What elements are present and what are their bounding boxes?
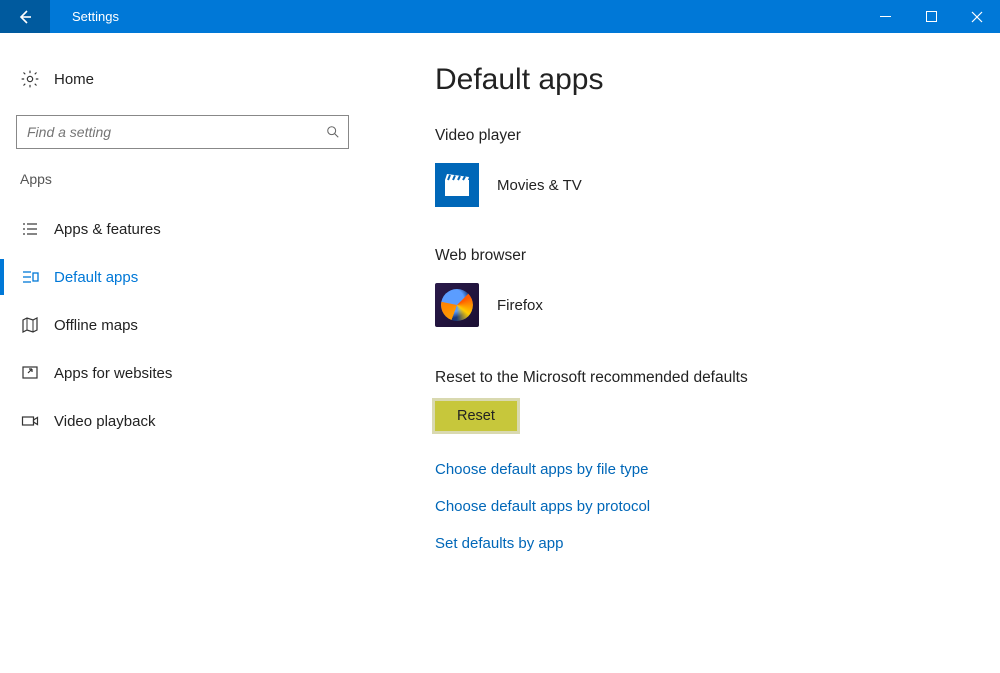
movies-tv-icon: [435, 163, 479, 207]
sidebar-item-default-apps[interactable]: Default apps: [0, 253, 365, 301]
web-browser-label: Web browser: [435, 247, 960, 265]
reset-description: Reset to the Microsoft recommended defau…: [435, 369, 960, 387]
video-icon: [20, 412, 40, 430]
page-title: Default apps: [435, 63, 960, 97]
map-icon: [20, 316, 40, 334]
link-set-defaults-by-app[interactable]: Set defaults by app: [435, 535, 960, 552]
close-button[interactable]: [954, 0, 1000, 33]
minimize-button[interactable]: [862, 0, 908, 33]
video-player-app-name: Movies & TV: [497, 177, 582, 194]
list-icon: [20, 220, 40, 238]
sidebar-item-label: Apps & features: [54, 221, 161, 238]
home-button[interactable]: Home: [0, 63, 365, 95]
video-player-selector[interactable]: Movies & TV: [435, 159, 960, 243]
search-icon: [326, 125, 340, 139]
sidebar-item-label: Default apps: [54, 269, 138, 286]
titlebar: Settings: [0, 0, 1000, 33]
reset-button[interactable]: Reset: [435, 401, 517, 431]
close-icon: [971, 11, 983, 23]
search-input-container[interactable]: [16, 115, 349, 149]
web-browser-app-name: Firefox: [497, 297, 543, 314]
defaults-icon: [20, 268, 40, 286]
firefox-icon: [435, 283, 479, 327]
sidebar-item-video-playback[interactable]: Video playback: [0, 397, 365, 445]
link-protocol[interactable]: Choose default apps by protocol: [435, 498, 960, 515]
back-arrow-icon: [16, 8, 34, 26]
sidebar-item-offline-maps[interactable]: Offline maps: [0, 301, 365, 349]
content-area: Default apps Video player Movies & TV We…: [365, 33, 1000, 673]
sidebar: Home Apps Apps & features: [0, 33, 365, 673]
nav-list: Apps & features Default apps Offline map…: [0, 197, 365, 445]
sidebar-item-label: Video playback: [54, 413, 155, 430]
sidebar-item-apps-features[interactable]: Apps & features: [0, 205, 365, 253]
web-browser-selector[interactable]: Firefox: [435, 279, 960, 363]
search-input[interactable]: [27, 124, 326, 140]
minimize-icon: [880, 11, 891, 22]
sidebar-item-label: Apps for websites: [54, 365, 172, 382]
open-in-app-icon: [20, 364, 40, 382]
maximize-button[interactable]: [908, 0, 954, 33]
home-label: Home: [54, 71, 94, 88]
link-file-type[interactable]: Choose default apps by file type: [435, 461, 960, 478]
back-button[interactable]: [0, 0, 50, 33]
category-label: Apps: [0, 171, 365, 197]
sidebar-item-label: Offline maps: [54, 317, 138, 334]
video-player-label: Video player: [435, 127, 960, 145]
maximize-icon: [926, 11, 937, 22]
gear-icon: [20, 69, 40, 89]
window-title: Settings: [50, 9, 119, 24]
sidebar-item-apps-websites[interactable]: Apps for websites: [0, 349, 365, 397]
